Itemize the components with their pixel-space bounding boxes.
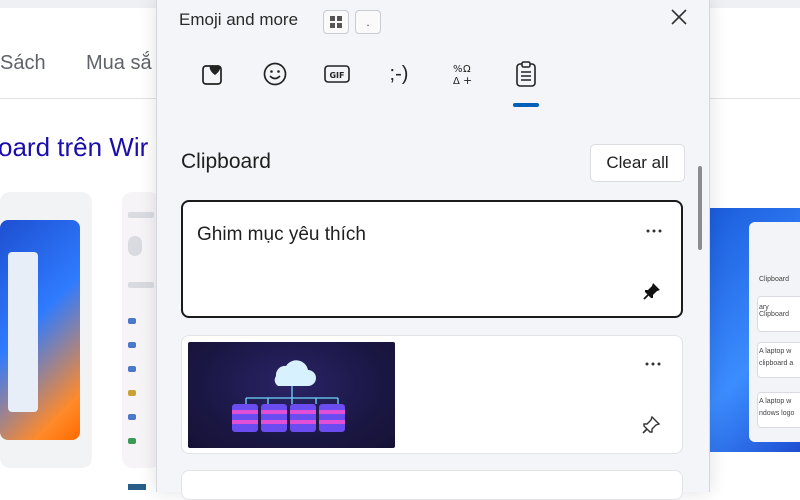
tab-kaomoji[interactable]: ;-) <box>371 52 427 96</box>
pin-outline-icon <box>642 415 661 434</box>
result-thumbnail-2[interactable] <box>122 192 160 468</box>
preview-row <box>128 212 154 218</box>
preview-row <box>128 282 154 288</box>
preview-row <box>128 438 136 444</box>
preview-text: clipboard a <box>759 360 794 367</box>
tab-most-used[interactable] <box>185 52 241 96</box>
pin-button[interactable] <box>638 412 664 438</box>
search-tab-shopping[interactable]: Mua sắ <box>86 52 152 75</box>
item-more-button[interactable] <box>639 353 667 375</box>
avatar-preview <box>128 236 142 256</box>
preview-row <box>128 342 136 348</box>
close-icon <box>671 9 687 25</box>
period-key: . <box>355 10 381 34</box>
preview-text: ndows logo <box>759 410 795 417</box>
gif-icon: GIF <box>324 65 350 83</box>
pin-button[interactable] <box>639 278 665 304</box>
svg-text:Δ: Δ <box>453 76 460 87</box>
svg-text:+: + <box>463 74 472 87</box>
result-thumbnail-1[interactable] <box>0 192 92 468</box>
item-more-button[interactable] <box>640 220 668 242</box>
symbols-icon: % Ω Δ + <box>453 64 472 87</box>
preview-row <box>128 390 136 396</box>
tab-symbols[interactable]: % Ω Δ + <box>435 52 491 96</box>
category-tabs: GIF ;-) % Ω Δ + <box>157 48 709 108</box>
tab-gif[interactable]: GIF <box>309 52 365 96</box>
preview-text: A laptop w <box>759 348 792 355</box>
result-title[interactable]: oard trên Wir <box>0 132 148 163</box>
svg-text:GIF: GIF <box>329 71 344 80</box>
preview-row <box>128 318 136 324</box>
emoji-icon <box>263 62 287 86</box>
preview-row <box>128 414 136 420</box>
tab-clipboard[interactable] <box>498 52 554 96</box>
tab-emoji[interactable] <box>247 52 303 96</box>
search-tab-books[interactable]: Sách <box>0 52 46 75</box>
windows-key-icon <box>323 10 349 34</box>
clipboard-icon <box>516 61 536 87</box>
selected-tab-indicator <box>513 103 539 107</box>
preview-text: ary Clipboard <box>759 304 789 318</box>
emoji-panel: Emoji and more . GIF ;-) % Ω Δ + Clipboa… <box>156 0 710 500</box>
preview-row <box>128 366 136 372</box>
clipboard-item-image[interactable] <box>181 335 683 454</box>
section-title: Clipboard <box>181 150 271 173</box>
pin-filled-icon <box>643 283 660 300</box>
result-thumbnail-3[interactable]: Clipboard ary Clipboard A laptop w clipb… <box>705 208 800 452</box>
close-button[interactable] <box>661 0 697 34</box>
panel-title: Emoji and more <box>179 10 299 29</box>
clipboard-item-content: Ghim mục yêu thích <box>197 224 366 245</box>
preview-text: A laptop w <box>759 398 792 405</box>
clipboard-item-text[interactable]: Ghim mục yêu thích <box>181 200 683 318</box>
heart-stack-icon <box>202 65 222 85</box>
clipboard-item-partial[interactable] <box>181 470 683 500</box>
clear-all-button[interactable]: Clear all <box>590 144 685 182</box>
favicon <box>128 484 146 490</box>
more-icon <box>645 362 661 366</box>
scrollbar-thumb[interactable] <box>698 166 702 250</box>
cloud-server-image <box>188 342 395 448</box>
preview-text: Clipboard <box>759 276 789 283</box>
clipboard-panel-preview <box>8 252 38 412</box>
more-icon <box>646 229 662 233</box>
svg-text:%: % <box>453 64 463 75</box>
